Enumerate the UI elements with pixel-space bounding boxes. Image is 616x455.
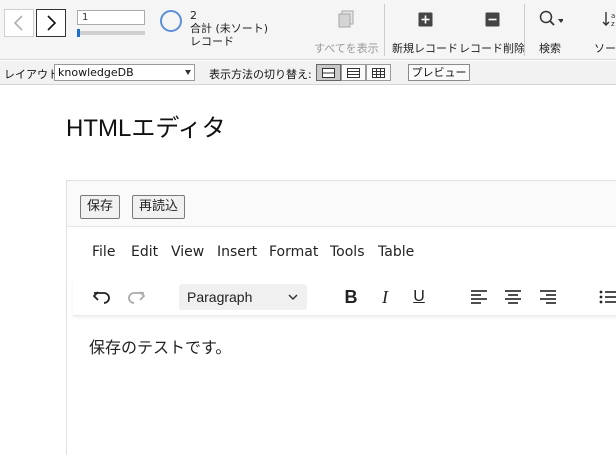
form-view-button[interactable] [316, 64, 341, 81]
align-left-icon[interactable] [469, 286, 489, 308]
bullet-list-icon[interactable] [599, 286, 616, 308]
find-button[interactable]: 検索 [537, 8, 563, 56]
find-label: 検索 [539, 42, 561, 55]
menu-tools[interactable]: Tools [330, 244, 365, 260]
reload-button[interactable]: 再読込 [132, 195, 186, 219]
dropdown-arrow-icon [185, 70, 191, 75]
sort-icon: az [601, 8, 616, 30]
bold-icon[interactable]: B [341, 286, 361, 308]
list-view-button[interactable] [341, 64, 366, 81]
menu-view[interactable]: View [171, 244, 204, 260]
chevron-right-icon [47, 15, 57, 31]
underline-icon[interactable]: U [409, 286, 429, 308]
editor-panel-header: 保存 再読込 [67, 181, 616, 227]
layout-bar: レイアウト: knowledgeDB 表示方法の切り替え: プレビュー [0, 61, 616, 85]
new-record-label: 新規レコード [392, 42, 458, 55]
form-view-icon [322, 67, 335, 78]
undo-icon[interactable] [91, 286, 113, 308]
record-stats: 2 合計 (未ソート) レコード [190, 9, 268, 48]
svg-text:z: z [611, 20, 615, 28]
menu-table[interactable]: Table [378, 244, 414, 260]
save-button[interactable]: 保存 [80, 195, 121, 219]
record-slider[interactable] [77, 29, 145, 37]
page-title: HTMLエディタ [66, 115, 226, 142]
editor-content[interactable]: 保存のテストです。 [89, 334, 231, 358]
found-set-pie-icon [160, 10, 182, 32]
next-record-button[interactable] [36, 9, 66, 37]
unit-label: レコード [190, 35, 234, 48]
menu-insert[interactable]: Insert [217, 244, 257, 260]
toolbar-divider [384, 4, 385, 56]
table-view-icon [372, 67, 385, 78]
show-all-button[interactable]: すべてを表示 [314, 8, 379, 56]
previous-record-button[interactable] [4, 9, 34, 37]
toolbar-divider [524, 4, 525, 56]
total-label: 合計 (未ソート) [190, 22, 269, 35]
search-icon [537, 8, 563, 30]
found-count: 2 [190, 9, 197, 22]
view-switch-label: 表示方法の切り替え: [209, 68, 312, 81]
italic-icon[interactable]: I [375, 286, 395, 308]
delete-record-label: レコード削除 [459, 42, 525, 55]
show-all-label: すべてを表示 [314, 42, 379, 55]
status-toolbar: 1 2 合計 (未ソート) レコード すべてを表示 新規レコード レコード削除 … [0, 0, 616, 60]
chevron-down-icon [288, 294, 298, 301]
show-all-icon [336, 8, 356, 30]
minus-icon [485, 8, 500, 30]
layout-select-value: knowledgeDB [58, 66, 134, 79]
align-center-icon[interactable] [503, 286, 523, 308]
svg-text:a: a [611, 12, 615, 20]
sort-label: ソート [594, 42, 616, 55]
record-number-input[interactable]: 1 [77, 10, 145, 25]
editor-menubar: File Edit View Insert Format Tools Table [73, 228, 616, 278]
block-format-select[interactable]: Paragraph [179, 284, 307, 310]
menu-file[interactable]: File [92, 244, 115, 260]
block-format-value: Paragraph [187, 289, 253, 305]
record-slider-thumb[interactable] [77, 29, 80, 37]
new-record-button[interactable]: 新規レコード [392, 8, 458, 56]
chevron-left-icon [13, 15, 23, 31]
editor-toolbar: Paragraph B I U [73, 278, 616, 316]
list-view-icon [347, 67, 360, 78]
delete-record-button[interactable]: レコード削除 [459, 8, 525, 56]
align-right-icon[interactable] [538, 286, 558, 308]
menu-edit[interactable]: Edit [131, 244, 158, 260]
editor-panel: 保存 再読込 File Edit View Insert Format Tool… [66, 180, 616, 455]
html-editor: File Edit View Insert Format Tools Table… [73, 228, 616, 455]
plus-icon [418, 8, 433, 30]
preview-button[interactable]: プレビュー [408, 64, 470, 81]
menu-format[interactable]: Format [269, 244, 318, 260]
table-view-button[interactable] [366, 64, 391, 81]
sort-button[interactable]: az ソート [594, 8, 616, 56]
redo-icon[interactable] [125, 286, 147, 308]
layout-select[interactable]: knowledgeDB [54, 64, 195, 81]
